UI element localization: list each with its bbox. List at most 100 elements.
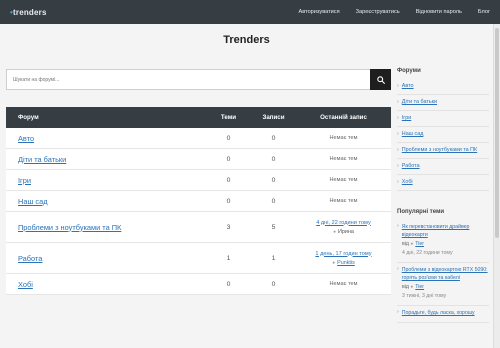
nav-login-link[interactable]: Авторизуватися <box>298 9 339 15</box>
sidebar-item-hobby[interactable]: › Хобі <box>397 175 489 191</box>
table-row: Хобі 0 0 Немає тем <box>6 274 391 295</box>
user-icon: ● <box>410 241 414 247</box>
nav-blog-link[interactable]: Блог <box>478 9 490 15</box>
sidebar-link[interactable]: Хобі <box>402 179 413 185</box>
last-post-author[interactable]: Punktis <box>337 260 355 266</box>
forum-link-laptops-pc[interactable]: Проблеми з ноутбуками та ПК <box>18 223 121 232</box>
posts-count: 0 <box>271 134 276 142</box>
sidebar-link[interactable]: Наш сад <box>402 131 424 137</box>
header-last-post: Останній запис <box>320 114 367 121</box>
user-icon: ● <box>332 260 336 266</box>
chevron-right-icon: › <box>397 309 399 316</box>
chevron-right-icon: › <box>397 163 399 169</box>
nav-reset-password-link[interactable]: Відновити пароль <box>416 9 462 15</box>
site-logo[interactable]: •trenders <box>10 8 47 17</box>
header-forum: Форум <box>18 114 39 121</box>
posts-count: 5 <box>271 223 276 231</box>
header-topics: Теми <box>220 114 237 121</box>
sidebar-item-games[interactable]: › Ігри <box>397 111 489 127</box>
popular-topic-item: › Як перевстановити драйвер відеокарти ві… <box>397 220 489 264</box>
page-scrollbar[interactable] <box>493 24 500 348</box>
sidebar-item-work[interactable]: › Работа <box>397 159 489 175</box>
popular-topics-title: Популярні теми <box>397 209 445 215</box>
forum-table-header: Форум Теми Записи Останній запис <box>6 107 391 128</box>
forum-search <box>6 69 391 90</box>
sidebar-link[interactable]: Работа <box>402 163 420 169</box>
last-post-empty: Немає тем <box>329 177 358 183</box>
popular-topic-link[interactable]: Порадьте, будь ласка, хорошу <box>402 309 475 317</box>
chevron-right-icon: › <box>397 99 399 105</box>
forum-link-auto[interactable]: Авто <box>18 134 34 143</box>
popular-topic-author[interactable]: Tier <box>415 241 424 247</box>
forum-link-work[interactable]: Работа <box>18 254 42 263</box>
user-icon: ● <box>410 284 414 290</box>
popular-topic-date: 3 тижні, 3 дні тому <box>402 293 447 300</box>
table-row: Работа 1 1 1 день, 17 годин тому ● Punkti… <box>6 243 391 274</box>
nav-register-link[interactable]: Зареєструватись <box>356 9 400 15</box>
header-posts: Записи <box>262 114 285 121</box>
chevron-right-icon: › <box>397 131 399 137</box>
sidebar-forums-title: Форуми <box>397 68 421 74</box>
posts-count: 1 <box>271 254 276 262</box>
topics-count: 0 <box>226 155 231 163</box>
chevron-right-icon: › <box>397 223 399 229</box>
last-post-link[interactable]: 4 дні, 22 години тому <box>296 220 391 226</box>
chevron-right-icon: › <box>397 147 399 153</box>
search-button[interactable] <box>370 69 391 90</box>
user-icon: ● <box>333 229 337 235</box>
search-input[interactable] <box>6 69 370 90</box>
popular-topics: Популярні теми › Як перевстановити драйве… <box>397 209 489 323</box>
last-post-empty: Немає тем <box>329 156 358 162</box>
popular-topic-author[interactable]: Tier <box>415 284 424 290</box>
sidebar-item-laptops-pc[interactable]: › Проблеми з ноутбуками та ПК <box>397 143 489 159</box>
sidebar-link[interactable]: Авто <box>402 83 414 89</box>
popular-topic-item: › Проблеми з відеокартою RTX 5090: горять… <box>397 263 489 307</box>
by-label: від <box>402 283 409 290</box>
posts-count: 0 <box>271 155 276 163</box>
popular-topic-link[interactable]: Як перевстановити драйвер відеокарти <box>402 223 489 240</box>
header-nav: Авторизуватися Зареєструватись Відновити… <box>298 9 490 15</box>
popular-topic-item: › Порадьте, будь ласка, хорошу <box>397 306 489 323</box>
topics-count: 0 <box>226 280 231 288</box>
topics-count: 0 <box>226 134 231 142</box>
chevron-right-icon: › <box>397 179 399 185</box>
chevron-right-icon: › <box>397 83 399 89</box>
sidebar-link[interactable]: Проблеми з ноутбуками та ПК <box>402 147 477 153</box>
posts-count: 0 <box>271 197 276 205</box>
posts-count: 0 <box>271 280 276 288</box>
forum-link-garden[interactable]: Наш сад <box>18 197 48 206</box>
table-row: Ігри 0 0 Немає тем <box>6 170 391 191</box>
last-post-empty: Немає тем <box>329 281 358 287</box>
last-post-empty: Немає тем <box>329 198 358 204</box>
sidebar: Форуми › Авто › Діти та батьки › Ігри › Наш … <box>397 68 489 323</box>
chevron-right-icon: › <box>397 115 399 121</box>
topics-count: 1 <box>226 254 231 262</box>
table-row: Діти та батьки 0 0 Немає тем <box>6 149 391 170</box>
forum-link-kids[interactable]: Діти та батьки <box>18 155 66 164</box>
top-navigation-bar: •trenders Авторизуватися Зареєструватись… <box>0 0 500 24</box>
topics-count: 3 <box>226 223 231 231</box>
by-label: від <box>402 240 409 247</box>
sidebar-item-garden[interactable]: › Наш сад <box>397 127 489 143</box>
topics-count: 0 <box>226 197 231 205</box>
popular-topic-link[interactable]: Проблеми з відеокартою RTX 5090: горять … <box>402 266 489 283</box>
last-post-link[interactable]: 1 день, 17 годин тому <box>296 251 391 257</box>
last-post-author: Ирина <box>338 228 354 235</box>
sidebar-link[interactable]: Діти та батьки <box>402 99 437 105</box>
sidebar-link[interactable]: Ігри <box>402 115 411 121</box>
forum-link-games[interactable]: Ігри <box>18 176 31 185</box>
forum-table: Форум Теми Записи Останній запис Авто 0 … <box>6 107 391 295</box>
last-post-empty: Немає тем <box>329 135 358 141</box>
forum-link-hobby[interactable]: Хобі <box>18 280 33 289</box>
table-row: Авто 0 0 Немає тем <box>6 128 391 149</box>
topics-count: 0 <box>226 176 231 184</box>
logo-text: trenders <box>13 7 47 17</box>
search-icon <box>376 75 385 84</box>
posts-count: 0 <box>271 176 276 184</box>
sidebar-item-auto[interactable]: › Авто <box>397 79 489 95</box>
scrollbar-thumb[interactable] <box>495 28 499 238</box>
popular-topic-date: 4 дні, 22 години тому <box>402 250 453 257</box>
table-row: Проблеми з ноутбуками та ПК 3 5 4 дні, 2… <box>6 212 391 243</box>
page-title: Trenders <box>223 34 270 46</box>
sidebar-item-kids[interactable]: › Діти та батьки <box>397 95 489 111</box>
